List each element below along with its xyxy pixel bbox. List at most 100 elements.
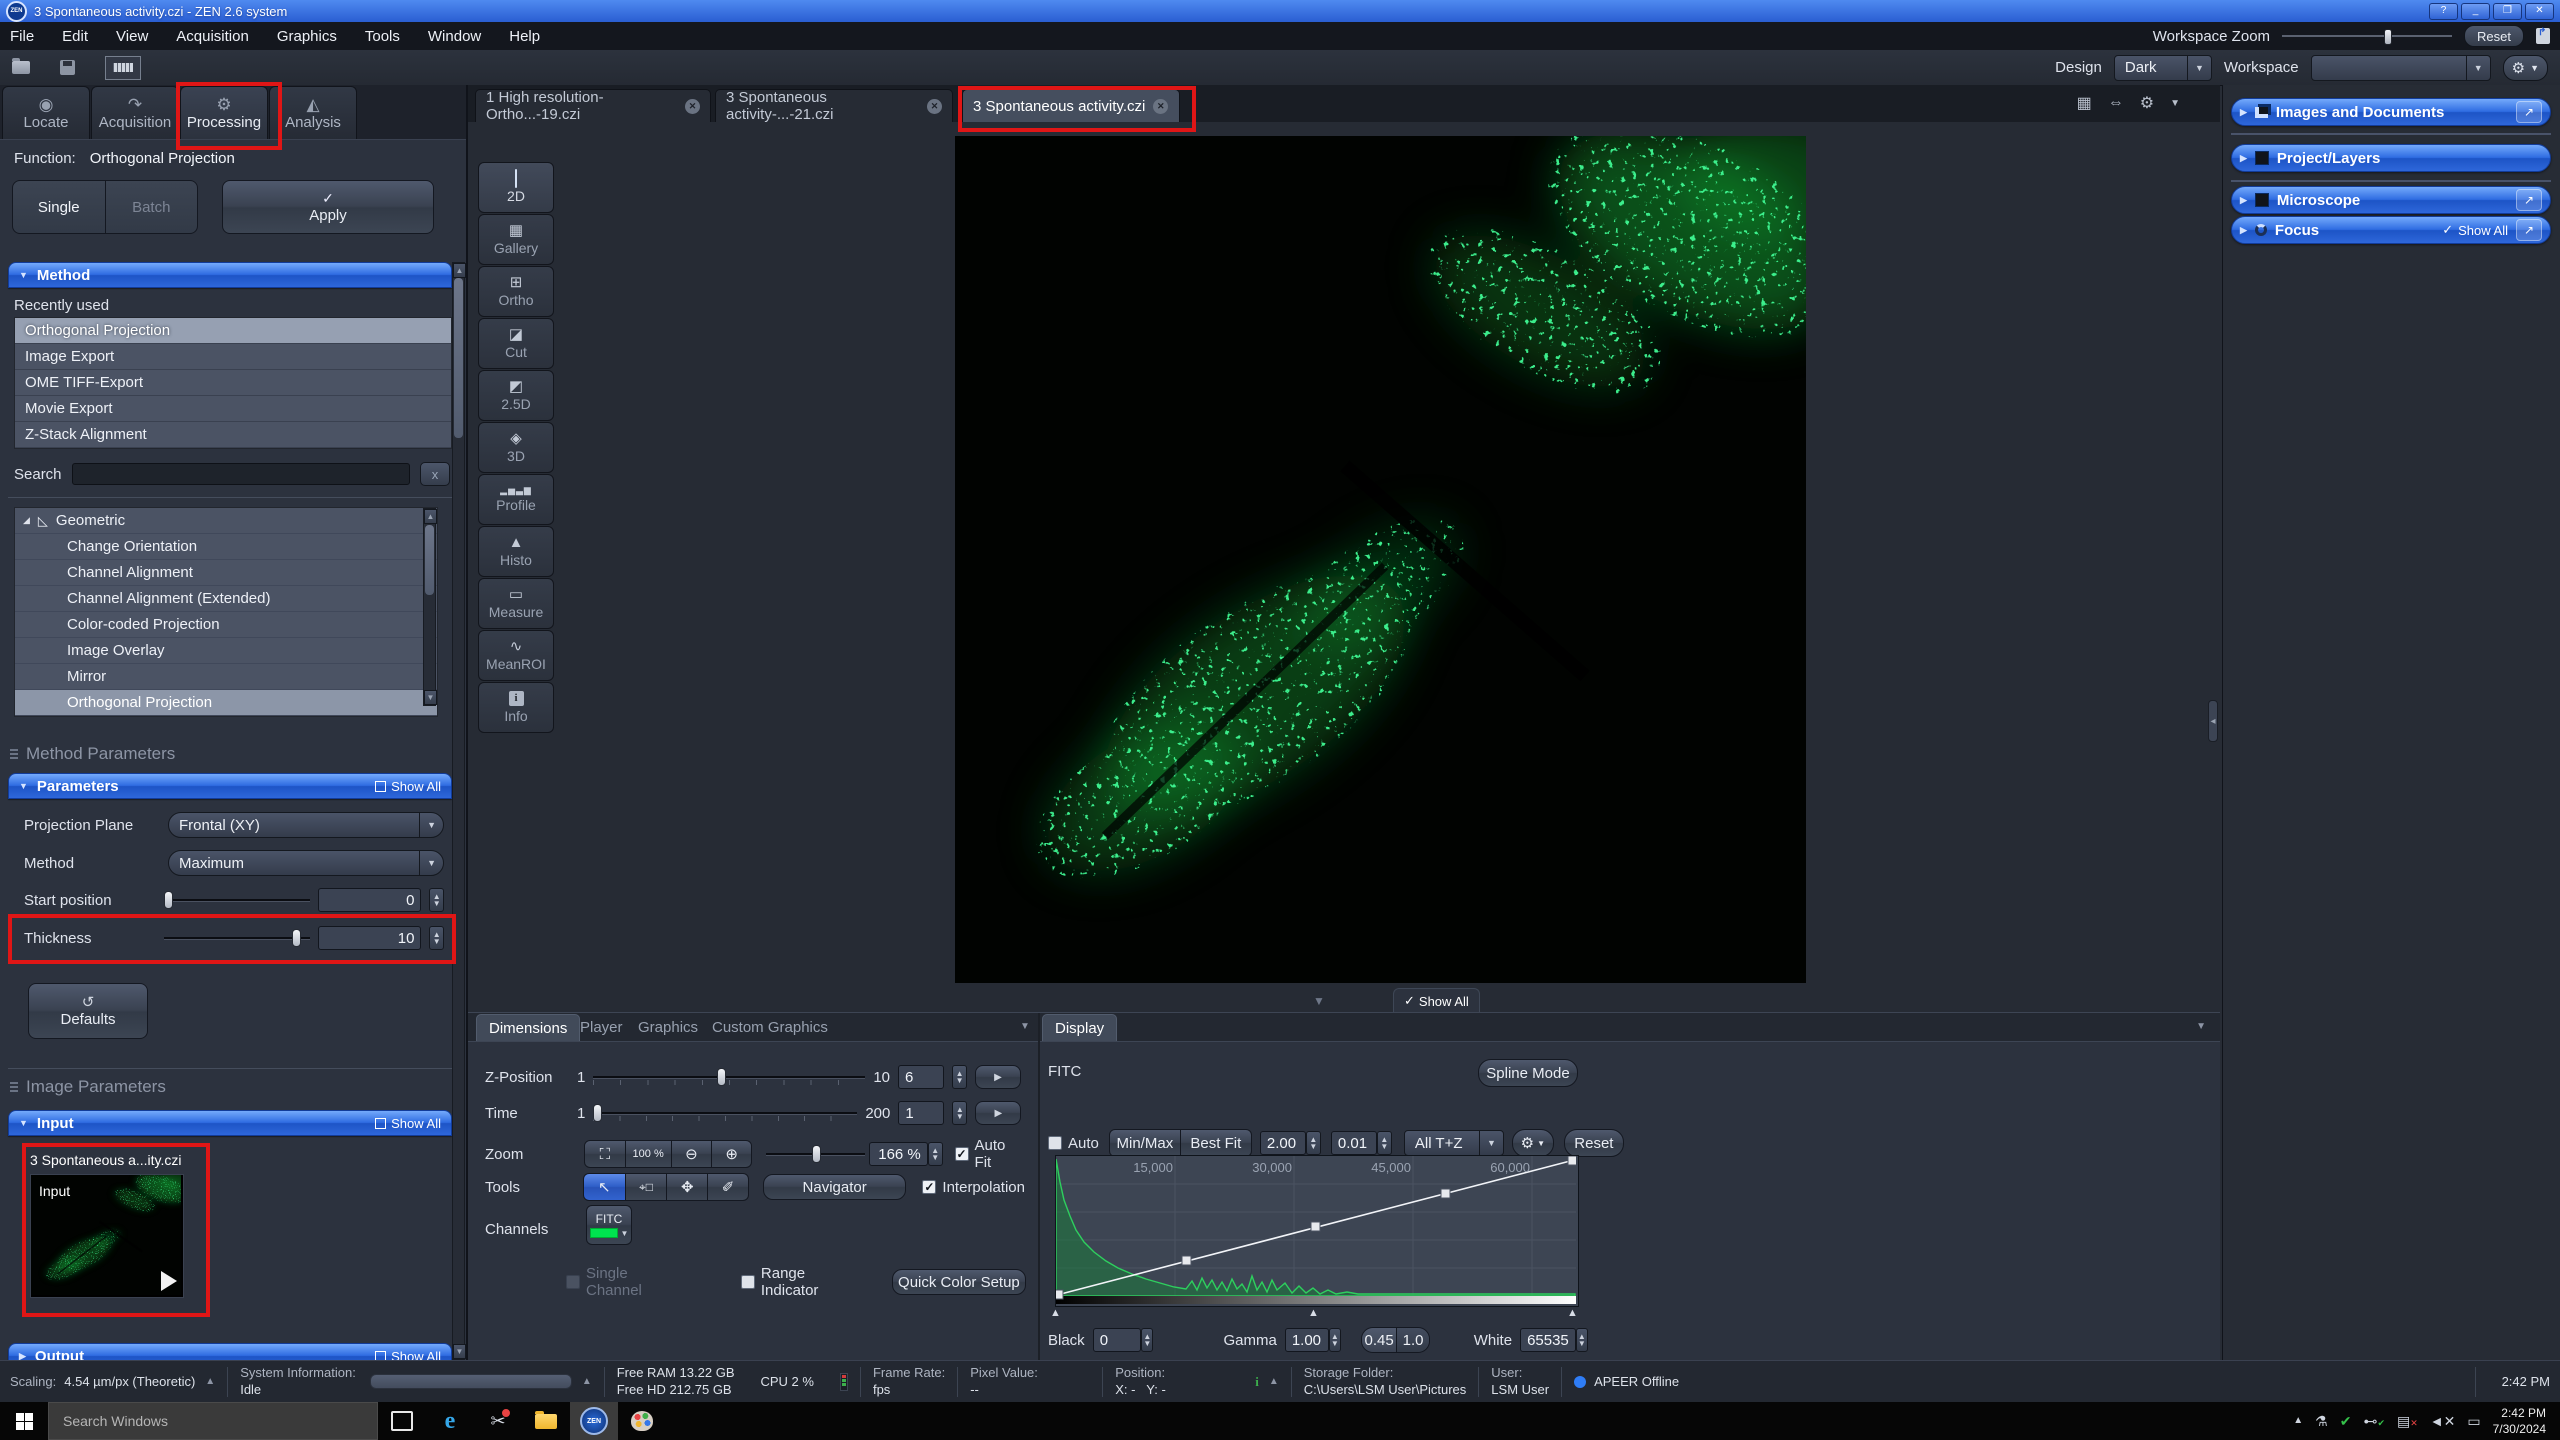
apply-button[interactable]: ✓ Apply bbox=[222, 180, 434, 234]
zoom-in-button[interactable]: ⊕ bbox=[712, 1140, 752, 1168]
view-2d-button[interactable]: 2D bbox=[478, 162, 554, 213]
usb-tray-icon[interactable]: ⊷✔ bbox=[2363, 1414, 2385, 1428]
zoom-slider[interactable] bbox=[766, 1145, 864, 1163]
tab-locate[interactable]: ◉ Locate bbox=[2, 86, 90, 139]
menu-graphics[interactable]: Graphics bbox=[277, 28, 337, 45]
thickness-handle[interactable] bbox=[292, 929, 301, 947]
section-grip-icon[interactable] bbox=[10, 749, 18, 759]
method-section-header[interactable]: ▼ Method bbox=[8, 262, 452, 288]
gamma-045-button[interactable]: 0.45 bbox=[1362, 1328, 1396, 1352]
start-position-handle[interactable] bbox=[164, 891, 173, 909]
clear-search-button[interactable]: x bbox=[420, 462, 450, 486]
input-show-all[interactable]: Show All bbox=[375, 1116, 441, 1131]
left-panel-scrollbar[interactable]: ▲ ▼ bbox=[452, 262, 465, 1360]
close-icon[interactable]: ✕ bbox=[1153, 99, 1168, 114]
projection-plane-select[interactable]: Frontal (XY) ▼ bbox=[168, 812, 444, 838]
z-position-slider[interactable] bbox=[593, 1068, 865, 1086]
design-select[interactable]: Dark ▼ bbox=[2114, 55, 2212, 81]
tab-custom-graphics[interactable]: Custom Graphics bbox=[700, 1014, 840, 1041]
black-value[interactable]: 0 bbox=[1093, 1328, 1142, 1352]
auto-checkbox[interactable] bbox=[1048, 1136, 1062, 1150]
time-handle[interactable] bbox=[593, 1104, 602, 1122]
panel-splitter[interactable] bbox=[2231, 133, 2551, 135]
time-value[interactable]: 1 bbox=[898, 1101, 944, 1125]
tab-dimensions[interactable]: Dimensions bbox=[476, 1014, 580, 1041]
display-settings-button[interactable]: ⚙▼ bbox=[1512, 1129, 1554, 1157]
play-icon[interactable] bbox=[161, 1271, 177, 1291]
workspace-settings-button[interactable]: ⚙ ▼ bbox=[2503, 55, 2548, 81]
tab-display[interactable]: Display bbox=[1042, 1014, 1117, 1041]
single-channel-checkbox[interactable] bbox=[566, 1275, 580, 1289]
bestfit-low-value[interactable]: 2.00 bbox=[1260, 1131, 1306, 1155]
sidebar-item-images-and-documents[interactable]: ▶ Images and Documents ↗ bbox=[2231, 98, 2551, 126]
white-point-marker[interactable]: ▲ bbox=[1567, 1307, 1578, 1319]
workspace-zoom-handle[interactable] bbox=[2384, 29, 2392, 45]
list-item[interactable]: Image Export bbox=[15, 344, 451, 370]
zoom-fit-button[interactable]: ⛶ bbox=[584, 1140, 625, 1168]
document-tab[interactable]: 3 Spontaneous activity-...-21.czi ✕ bbox=[715, 89, 953, 122]
pan-tool-button[interactable]: ✥ bbox=[667, 1173, 708, 1201]
help-window-button[interactable]: ? bbox=[2429, 3, 2458, 20]
document-tab-active[interactable]: 3 Spontaneous activity.czi ✕ bbox=[962, 89, 1180, 122]
tree-group-geometric[interactable]: ◢ ◺ Geometric bbox=[15, 508, 437, 534]
white-value[interactable]: 65535 bbox=[1520, 1328, 1576, 1352]
start-position-slider[interactable] bbox=[164, 891, 311, 909]
chevron-down-icon[interactable]: ▼ bbox=[1020, 1021, 1030, 1032]
auto-fit-checkbox[interactable]: ✓ bbox=[955, 1147, 969, 1161]
undock-icon[interactable]: ↗ bbox=[2516, 219, 2542, 241]
zen-app-button[interactable]: ZEN bbox=[570, 1402, 618, 1440]
zoom-handle[interactable] bbox=[812, 1145, 821, 1163]
chevron-up-icon[interactable]: ▲ bbox=[205, 1376, 215, 1387]
left-scrollbar-thumb[interactable] bbox=[454, 278, 463, 438]
gamma-marker[interactable]: ▲ bbox=[1308, 1307, 1319, 1319]
z-play-button[interactable]: ▶ bbox=[975, 1065, 1021, 1089]
view-25d-button[interactable]: ◩2.5D bbox=[478, 370, 554, 421]
tab-processing[interactable]: ⚙ Processing bbox=[180, 86, 268, 139]
single-button[interactable]: Single bbox=[13, 199, 105, 216]
input-section-header[interactable]: ▼ Input Show All bbox=[8, 1110, 452, 1136]
z-position-handle[interactable] bbox=[717, 1068, 726, 1086]
view-info-button[interactable]: iInfo bbox=[478, 682, 554, 733]
tab-player[interactable]: Player bbox=[568, 1014, 635, 1041]
bestfit-high-value[interactable]: 0.01 bbox=[1331, 1131, 1377, 1155]
output-show-all[interactable]: Show All bbox=[375, 1349, 441, 1361]
parameters-section-header[interactable]: ▼ Parameters Show All bbox=[8, 773, 452, 799]
view-profile-button[interactable]: ▂▅▃▆Profile bbox=[478, 474, 554, 525]
search-input[interactable] bbox=[72, 463, 410, 485]
list-item[interactable]: OME TIFF-Export bbox=[15, 370, 451, 396]
menu-help[interactable]: Help bbox=[509, 28, 540, 45]
gamma-value[interactable]: 1.00 bbox=[1285, 1328, 1329, 1352]
black-spinner[interactable]: ▲▼ bbox=[1141, 1328, 1153, 1352]
chevron-down-icon[interactable]: ▼ bbox=[2196, 1021, 2206, 1032]
start-position-spinner[interactable]: ▲▼ bbox=[429, 888, 444, 912]
section-grip-icon[interactable] bbox=[10, 1082, 18, 1092]
time-slider[interactable] bbox=[593, 1104, 857, 1122]
internet-explorer-button[interactable]: e bbox=[426, 1402, 474, 1440]
open-file-icon[interactable] bbox=[12, 61, 30, 74]
bestfit-high-spinner[interactable]: ▲▼ bbox=[1377, 1131, 1392, 1155]
tab-graphics[interactable]: Graphics bbox=[626, 1014, 710, 1041]
notifications-icon[interactable]: ▭ bbox=[2467, 1414, 2480, 1428]
menu-window[interactable]: Window bbox=[428, 28, 481, 45]
channel-fitc-button[interactable]: FITC ▼ bbox=[586, 1205, 632, 1245]
view-cut-button[interactable]: ◪Cut bbox=[478, 318, 554, 369]
menu-edit[interactable]: Edit bbox=[62, 28, 88, 45]
tree-item[interactable]: Image Overlay bbox=[15, 638, 437, 664]
info-icon[interactable]: i bbox=[1255, 1374, 1259, 1390]
status-ok-tray-icon[interactable]: ✔ bbox=[2340, 1414, 2352, 1428]
black-point-marker[interactable]: ▲ bbox=[1050, 1307, 1061, 1319]
defaults-button[interactable]: ↺ Defaults bbox=[28, 983, 148, 1039]
taskbar-clock[interactable]: 2:42 PM 7/30/2024 bbox=[2493, 1405, 2546, 1437]
sidebar-item-project-layers[interactable]: ▶ Project/Layers bbox=[2231, 144, 2551, 172]
input-thumbnail[interactable]: Input bbox=[30, 1174, 184, 1298]
z-position-spinner[interactable]: ▲▼ bbox=[952, 1065, 967, 1089]
split-view-icon[interactable]: ⇔ bbox=[2108, 94, 2124, 112]
tree-item-selected[interactable]: Orthogonal Projection bbox=[15, 690, 437, 716]
picker-tool-button[interactable]: ✐ bbox=[708, 1173, 749, 1201]
zoom-value[interactable]: 166 % bbox=[869, 1142, 928, 1166]
collapse-chevron-icon[interactable]: ▼ bbox=[1313, 994, 1325, 1008]
scroll-up-icon[interactable]: ▲ bbox=[453, 263, 466, 278]
zoom-out-button[interactable]: ⊖ bbox=[672, 1140, 712, 1168]
collapse-right-panel-handle[interactable]: ◂ bbox=[2208, 700, 2218, 742]
time-play-button[interactable]: ▶ bbox=[975, 1101, 1021, 1125]
